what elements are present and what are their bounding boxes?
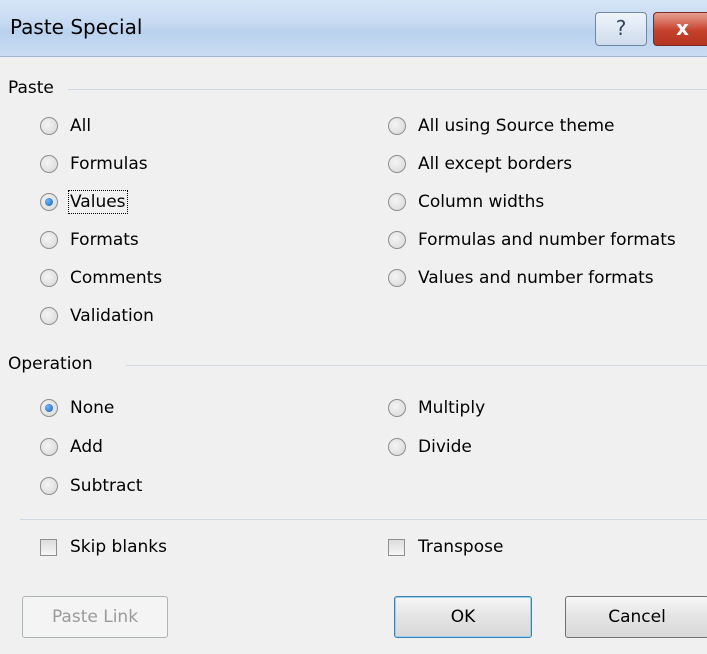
- paste-section-divider: [68, 89, 707, 90]
- operation-multiply-label: Multiply: [418, 398, 486, 418]
- paste-validation-option[interactable]: Validation: [40, 306, 154, 326]
- skip-blanks-checkbox[interactable]: [40, 538, 57, 556]
- paste-all-using-source-theme-radio[interactable]: [388, 117, 406, 135]
- operation-none-option[interactable]: None: [40, 398, 114, 418]
- operation-divide-radio[interactable]: [388, 438, 406, 456]
- transpose-checkbox[interactable]: [388, 538, 405, 556]
- paste-validation-label: Validation: [70, 306, 154, 326]
- dialog-body: Paste All Formulas Values Formats Commen…: [0, 57, 707, 654]
- paste-column-widths-radio[interactable]: [388, 193, 406, 211]
- paste-formulas-label: Formulas: [70, 154, 148, 174]
- transpose-option[interactable]: Transpose: [388, 537, 503, 557]
- operation-subtract-option[interactable]: Subtract: [40, 476, 142, 496]
- help-button[interactable]: ?: [595, 12, 647, 46]
- operation-section-label: Operation: [8, 354, 93, 374]
- dialog-title: Paste Special: [10, 15, 143, 39]
- operation-subtract-label: Subtract: [70, 476, 143, 496]
- operation-divide-label: Divide: [418, 437, 472, 457]
- paste-all-using-source-theme-option[interactable]: All using Source theme: [388, 116, 615, 136]
- operation-add-label: Add: [70, 437, 103, 457]
- paste-all-except-borders-option[interactable]: All except borders: [388, 154, 572, 174]
- paste-values-option[interactable]: Values: [40, 190, 128, 214]
- operation-divide-option[interactable]: Divide: [388, 437, 472, 457]
- paste-formats-label: Formats: [70, 230, 139, 250]
- operation-section-divider: [126, 365, 707, 366]
- paste-link-button[interactable]: Paste Link: [22, 596, 168, 638]
- paste-column-widths-label: Column widths: [418, 192, 545, 212]
- paste-all-except-borders-radio[interactable]: [388, 155, 406, 173]
- paste-formats-option[interactable]: Formats: [40, 230, 139, 250]
- paste-all-using-source-theme-label: All using Source theme: [418, 116, 615, 136]
- paste-all-label: All: [70, 116, 92, 136]
- skip-blanks-label: Skip blanks: [70, 537, 167, 557]
- paste-comments-label: Comments: [70, 268, 163, 288]
- paste-formulas-and-number-formats-label: Formulas and number formats: [418, 230, 676, 250]
- title-bar: Paste Special ? x: [0, 0, 707, 57]
- paste-values-label: Values: [68, 190, 128, 214]
- options-divider: [20, 519, 707, 520]
- paste-values-and-number-formats-radio[interactable]: [388, 269, 406, 287]
- paste-formats-radio[interactable]: [40, 231, 58, 249]
- ok-button[interactable]: OK: [394, 596, 532, 638]
- close-button[interactable]: x: [653, 12, 707, 46]
- operation-add-option[interactable]: Add: [40, 437, 103, 457]
- paste-column-widths-option[interactable]: Column widths: [388, 192, 544, 212]
- transpose-label: Transpose: [418, 537, 504, 557]
- paste-formulas-and-number-formats-radio[interactable]: [388, 231, 406, 249]
- paste-all-radio[interactable]: [40, 117, 58, 135]
- paste-comments-option[interactable]: Comments: [40, 268, 162, 288]
- skip-blanks-option[interactable]: Skip blanks: [40, 537, 167, 557]
- operation-add-radio[interactable]: [40, 438, 58, 456]
- operation-multiply-radio[interactable]: [388, 399, 406, 417]
- paste-validation-radio[interactable]: [40, 307, 58, 325]
- operation-none-label: None: [70, 398, 115, 418]
- paste-values-radio[interactable]: [40, 193, 58, 211]
- operation-subtract-radio[interactable]: [40, 477, 58, 495]
- operation-none-radio[interactable]: [40, 399, 58, 417]
- paste-section-label: Paste: [8, 78, 54, 98]
- paste-formulas-and-number-formats-option[interactable]: Formulas and number formats: [388, 230, 676, 250]
- paste-comments-radio[interactable]: [40, 269, 58, 287]
- cancel-button[interactable]: Cancel: [565, 596, 707, 638]
- paste-values-and-number-formats-option[interactable]: Values and number formats: [388, 268, 654, 288]
- paste-all-except-borders-label: All except borders: [418, 154, 573, 174]
- paste-all-option[interactable]: All: [40, 116, 91, 136]
- paste-values-and-number-formats-label: Values and number formats: [418, 268, 654, 288]
- operation-multiply-option[interactable]: Multiply: [388, 398, 485, 418]
- paste-formulas-option[interactable]: Formulas: [40, 154, 148, 174]
- paste-formulas-radio[interactable]: [40, 155, 58, 173]
